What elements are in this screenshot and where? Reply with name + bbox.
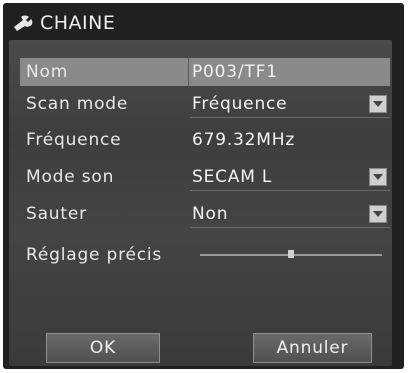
fine-tune-slider-thumb[interactable]: [288, 250, 294, 258]
sound-mode-dropdown[interactable]: SECAM L: [192, 163, 272, 191]
dialog-title: CHAINE: [40, 12, 116, 34]
row-sound-mode-label: Mode son: [26, 167, 115, 187]
row-skip[interactable]: Sauter Non: [20, 200, 390, 228]
row-frequency-label: Fréquence: [26, 130, 122, 150]
skip-dropdown[interactable]: Non: [192, 200, 228, 228]
row-nom-label: Nom: [26, 62, 69, 82]
row-underline: [190, 227, 390, 228]
row-scan-mode-label: Scan mode: [26, 94, 129, 114]
scan-mode-dropdown[interactable]: Fréquence: [192, 90, 287, 118]
row-fine-tune-label: Réglage précis: [26, 245, 163, 265]
row-underline: [190, 190, 390, 191]
row-sound-mode[interactable]: Mode son SECAM L: [20, 163, 390, 191]
row-skip-label: Sauter: [26, 204, 87, 224]
dropdown-arrow-icon[interactable]: [369, 205, 387, 223]
channel-name-value: P003/TF1: [192, 62, 278, 82]
row-nom[interactable]: Nom P003/TF1: [20, 58, 390, 86]
row-scan-mode[interactable]: Scan mode Fréquence: [20, 90, 390, 118]
row-underline: [190, 117, 390, 118]
ok-button[interactable]: OK: [46, 333, 160, 363]
dropdown-arrow-icon[interactable]: [369, 95, 387, 113]
frequency-value: 679.32MHz: [192, 130, 296, 150]
cancel-button[interactable]: Annuler: [253, 333, 372, 363]
dropdown-arrow-icon[interactable]: [369, 168, 387, 186]
wrench-icon: [14, 15, 33, 31]
row-frequency[interactable]: Fréquence 679.32MHz: [20, 126, 390, 154]
dialog-titlebar: CHAINE: [8, 8, 393, 38]
row-divider: [188, 58, 189, 86]
